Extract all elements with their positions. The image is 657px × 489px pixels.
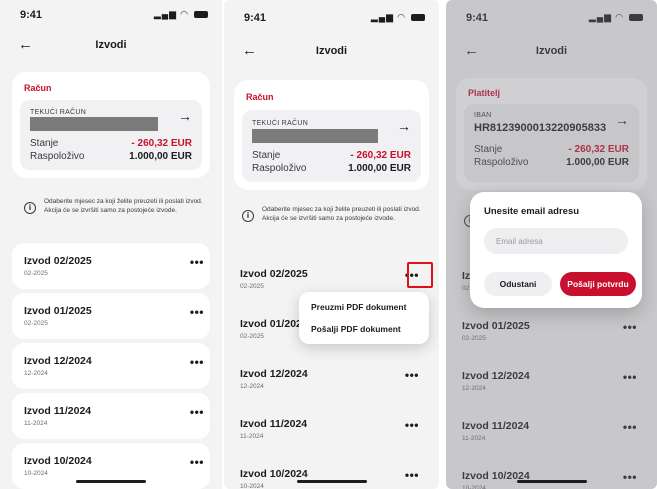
available-row: Raspoloživo 1.000,00 EUR bbox=[30, 151, 192, 162]
statement-date: 12-2024 bbox=[240, 383, 264, 390]
statement-title: Izvod 10/2024 bbox=[24, 455, 92, 467]
dialog-title: Unesite email adresu bbox=[484, 206, 580, 217]
info-icon: i bbox=[242, 210, 254, 222]
more-dots-icon[interactable]: ••• bbox=[190, 355, 204, 369]
statement-item[interactable]: Izvod 11/2024 11-2024 ••• bbox=[240, 406, 429, 452]
menu-item-download-pdf[interactable]: Preuzmi PDF dokument bbox=[311, 302, 406, 312]
arrow-right-icon[interactable]: → bbox=[178, 108, 192, 124]
send-confirmation-button[interactable]: Pošalji potvrdu bbox=[560, 272, 636, 296]
statement-date: 10-2024 bbox=[240, 483, 264, 489]
highlighted-more-button[interactable] bbox=[407, 262, 433, 288]
available-row: Raspoloživo 1.000,00 EUR bbox=[252, 163, 411, 174]
status-time: 9:41 bbox=[20, 9, 43, 21]
balance-value: - 260,32 EUR bbox=[131, 138, 192, 149]
balance-row: Stanje - 260,32 EUR bbox=[30, 138, 192, 149]
screen-statements: 9:41 ▂▄▆ ◠ ← Izvodi Račun TEKUĆI RAČUN →… bbox=[0, 0, 222, 489]
home-indicator bbox=[76, 480, 146, 483]
account-type-label: TEKUĆI RAČUN bbox=[30, 109, 87, 116]
statement-item[interactable]: Izvod 11/2024 11-2024 ••• bbox=[12, 393, 210, 439]
info-icon: i bbox=[24, 202, 36, 214]
statement-date: 02-2025 bbox=[24, 270, 48, 277]
statement-title: Izvod 12/2024 bbox=[240, 368, 308, 380]
statement-title: Izvod 02/2025 bbox=[24, 255, 92, 267]
account-card: Račun TEKUĆI RAČUN → Stanje - 260,32 EUR… bbox=[234, 80, 429, 190]
info-text: Odaberite mjesec za koji želite preuzeti… bbox=[262, 206, 421, 222]
battery-icon bbox=[411, 14, 425, 22]
statement-item[interactable]: Izvod 12/2024 12-2024 ••• bbox=[12, 343, 210, 389]
statement-date: 02-2025 bbox=[240, 333, 264, 340]
statement-date: 02-2025 bbox=[240, 283, 264, 290]
available-value: 1.000,00 EUR bbox=[129, 151, 192, 162]
statement-title: Izvod 12/2024 bbox=[24, 355, 92, 367]
home-indicator bbox=[516, 480, 587, 483]
statement-title: Izvod 02/2025 bbox=[240, 268, 308, 280]
balance-label: Stanje bbox=[30, 138, 59, 149]
screen-email-dialog: 9:41 ▂▄▆ ◠ ← Izvodi Platitelj IBAN HR812… bbox=[446, 0, 657, 489]
account-type-label: TEKUĆI RAČUN bbox=[252, 120, 309, 127]
more-dots-icon[interactable]: ••• bbox=[190, 455, 204, 469]
more-dots-icon[interactable]: ••• bbox=[190, 305, 204, 319]
page-title: Izvodi bbox=[315, 45, 348, 57]
statement-date: 10-2024 bbox=[24, 470, 48, 477]
statement-title: Izvod 01/202 bbox=[240, 318, 302, 330]
nav-header: ← Izvodi bbox=[224, 40, 439, 68]
email-dialog: Unesite email adresu Odustani Pošalji po… bbox=[470, 192, 642, 308]
statement-title: Izvod 10/2024 bbox=[240, 468, 308, 480]
cancel-button[interactable]: Odustani bbox=[484, 272, 552, 296]
available-label: Raspoloživo bbox=[30, 151, 85, 162]
balance-row: Stanje - 260,32 EUR bbox=[252, 150, 411, 161]
more-dots-icon[interactable]: ••• bbox=[190, 405, 204, 419]
more-dots-icon[interactable]: ••• bbox=[190, 255, 204, 269]
account-section-label: Račun bbox=[24, 83, 52, 93]
statement-title: Izvod 01/2025 bbox=[24, 305, 92, 317]
email-input[interactable] bbox=[484, 228, 628, 254]
status-icons: ▂▄▆ ◠ bbox=[371, 12, 425, 23]
menu-item-send-pdf[interactable]: Pošalji PDF dokument bbox=[311, 324, 401, 334]
status-bar: 9:41 ▂▄▆ ◠ bbox=[224, 0, 439, 26]
statement-date: 11-2024 bbox=[240, 433, 264, 440]
page-title: Izvodi bbox=[95, 39, 127, 51]
masked-account-number bbox=[252, 129, 378, 143]
statement-item[interactable]: Izvod 12/2024 12-2024 ••• bbox=[240, 356, 429, 402]
info-notice: i Odaberite mjesec za koji želite preuze… bbox=[24, 197, 206, 215]
available-value: 1.000,00 EUR bbox=[348, 163, 411, 174]
balance-label: Stanje bbox=[252, 150, 281, 161]
account-card: Račun TEKUĆI RAČUN → Stanje - 260,32 EUR… bbox=[12, 72, 210, 178]
status-bar: 9:41 ▂▄▆ ◠ bbox=[0, 0, 222, 26]
account-selector[interactable]: TEKUĆI RAČUN → Stanje - 260,32 EUR Raspo… bbox=[242, 110, 421, 182]
account-selector[interactable]: TEKUĆI RAČUN → Stanje - 260,32 EUR Raspo… bbox=[20, 100, 202, 170]
statement-date: 02-2025 bbox=[24, 320, 48, 327]
home-indicator bbox=[296, 480, 367, 483]
statement-date: 12-2024 bbox=[24, 370, 48, 377]
nav-header: ← Izvodi bbox=[0, 34, 222, 62]
statement-context-menu: Preuzmi PDF dokument Pošalji PDF dokumen… bbox=[299, 292, 429, 344]
status-time: 9:41 bbox=[244, 12, 267, 24]
more-dots-icon[interactable]: ••• bbox=[405, 368, 419, 382]
status-icons: ▂▄▆ ◠ bbox=[154, 9, 208, 20]
info-notice: i Odaberite mjesec za koji želite preuze… bbox=[242, 205, 425, 223]
statement-date: 11-2024 bbox=[24, 420, 48, 427]
info-text: Odaberite mjesec za koji želite preuzeti… bbox=[44, 198, 203, 214]
more-dots-icon[interactable]: ••• bbox=[405, 468, 419, 482]
account-section-label: Račun bbox=[246, 92, 274, 102]
masked-account-number bbox=[30, 117, 158, 131]
available-label: Raspoloživo bbox=[252, 163, 307, 174]
balance-value: - 260,32 EUR bbox=[350, 150, 411, 161]
statement-item[interactable]: Izvod 02/2025 02-2025 ••• bbox=[12, 243, 210, 289]
more-dots-icon[interactable]: ••• bbox=[405, 418, 419, 432]
statement-item[interactable]: Izvod 10/2024 10-2024 ••• bbox=[240, 456, 429, 489]
arrow-right-icon[interactable]: → bbox=[397, 118, 411, 134]
screen-statements-menu: 9:41 ▂▄▆ ◠ ← Izvodi Račun TEKUĆI RAČUN →… bbox=[224, 0, 439, 489]
statement-title: Izvod 11/2024 bbox=[240, 418, 308, 430]
statement-item[interactable]: Izvod 01/2025 02-2025 ••• bbox=[12, 293, 210, 339]
statement-title: Izvod 11/2024 bbox=[24, 405, 92, 417]
battery-icon bbox=[194, 11, 208, 19]
